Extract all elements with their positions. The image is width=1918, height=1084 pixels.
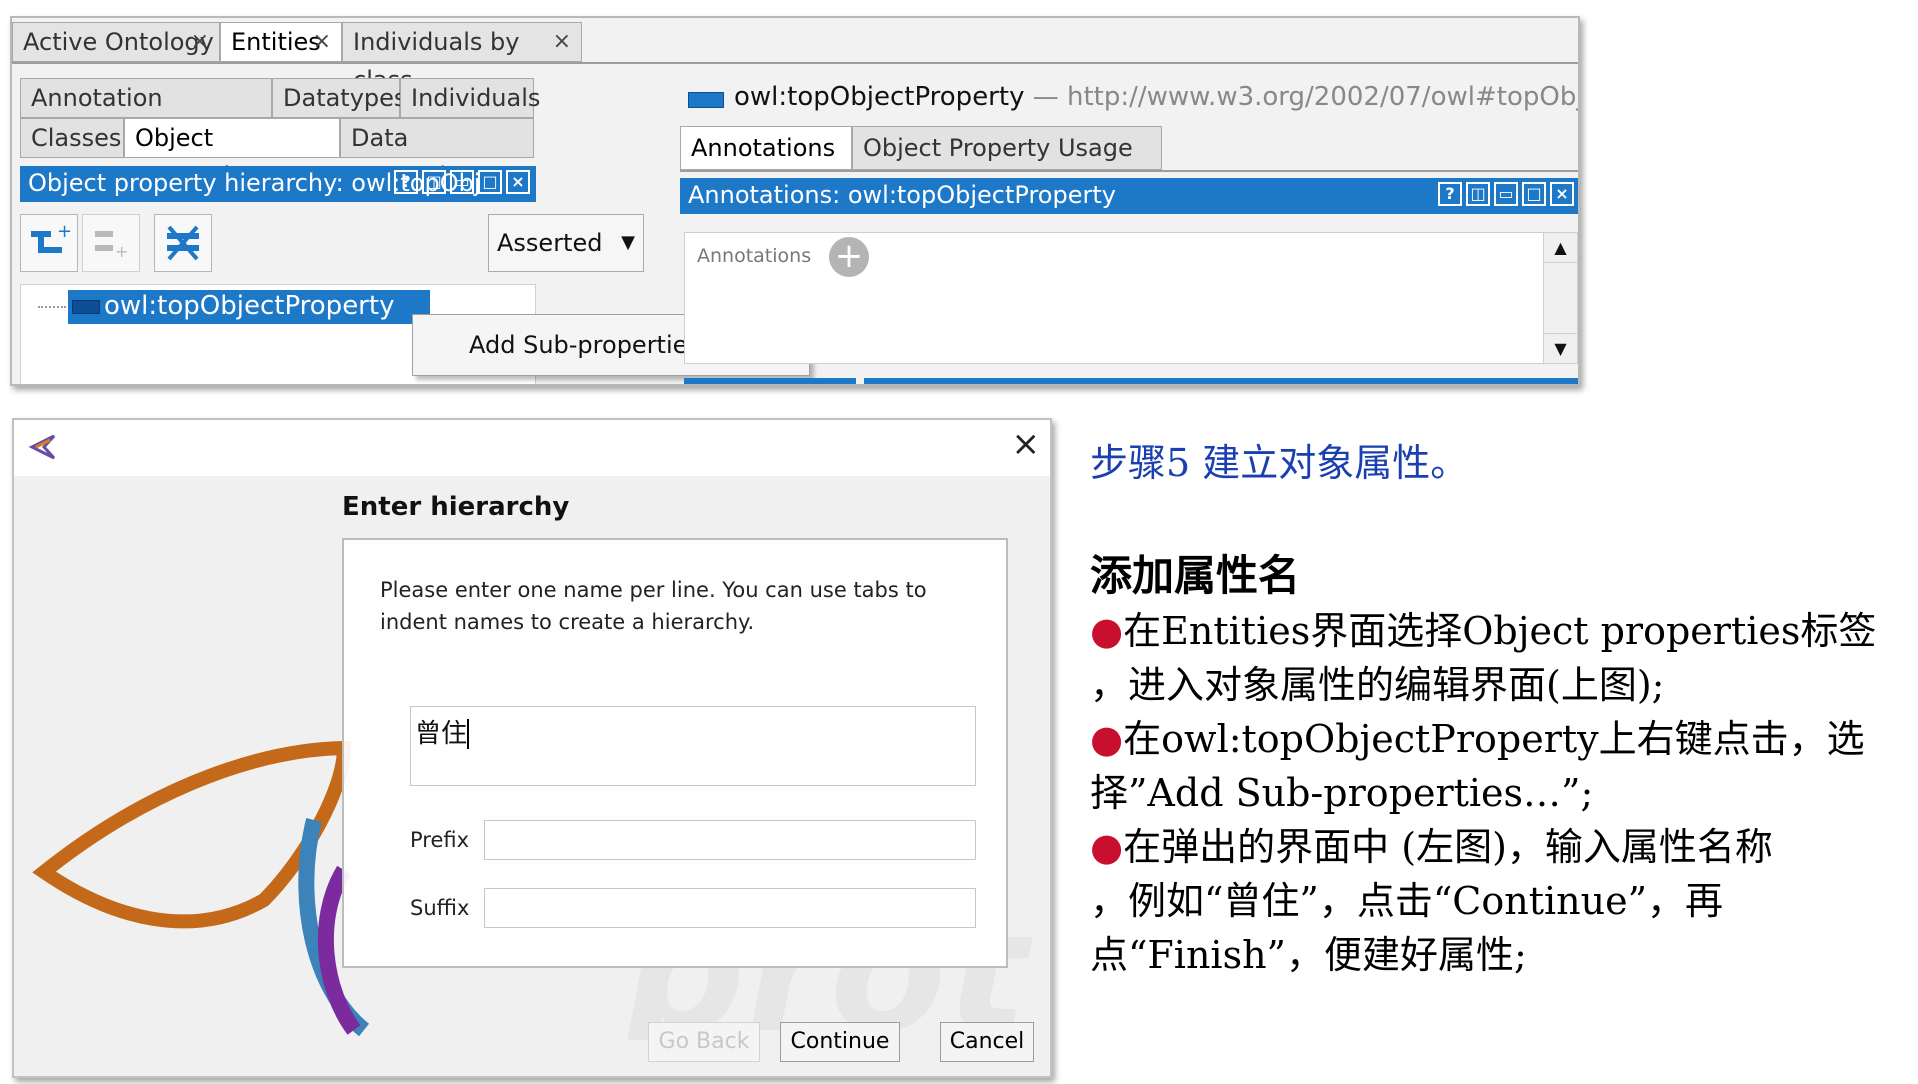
- tab-label: Active Ontology: [23, 28, 214, 56]
- annotations-label: Annotations: [697, 245, 812, 267]
- scroll-down-icon[interactable]: ▼: [1544, 333, 1577, 363]
- go-back-button[interactable]: Go Back: [648, 1022, 760, 1062]
- delete-property-icon: [167, 225, 199, 261]
- svg-text:+: +: [57, 221, 72, 242]
- maximize-icon[interactable]: □: [478, 170, 502, 194]
- instructions-line-1: Please enter one name per line. You can …: [380, 578, 927, 602]
- suffix-input[interactable]: [484, 888, 976, 928]
- bullet-icon: ●: [1090, 717, 1124, 761]
- chevron-down-icon: ▼: [621, 232, 635, 253]
- instructions-line-2: indent names to create a hierarchy.: [380, 610, 755, 634]
- annotations-title-text: Annotations: owl:topObjectProperty: [688, 181, 1116, 209]
- close-icon[interactable]: ×: [191, 23, 209, 61]
- annotations-view-title: Annotations: owl:topObjectProperty ? ◫ ▭…: [680, 178, 1578, 214]
- tree-item-top-object-property[interactable]: owl:topObjectProperty: [68, 290, 430, 324]
- tab-object-property-usage[interactable]: Object Property Usage: [852, 126, 1162, 170]
- tree-connector: [38, 306, 66, 308]
- tab-annotations[interactable]: Annotations: [680, 126, 852, 170]
- help-icon[interactable]: ?: [394, 170, 418, 194]
- split-icon[interactable]: ◫: [1466, 182, 1490, 206]
- subtab-annotation-properties[interactable]: Annotation properties: [20, 78, 272, 150]
- hierarchy-view-title: Object property hierarchy: owl:topObj ? …: [20, 166, 536, 202]
- asserted-select[interactable]: Asserted ▼: [488, 214, 644, 272]
- step-title: 步骤5 建立对象属性。: [1090, 441, 1469, 485]
- svg-text:+: +: [115, 242, 128, 261]
- tree-item-label: owl:topObjectProperty: [104, 291, 395, 321]
- minimize-icon[interactable]: ▭: [1494, 182, 1518, 206]
- bullet-line: 在Entities界面选择Object properties标签: [1123, 609, 1877, 653]
- bullet-line: ，例如“曾住”，点击“Continue”，再: [1090, 879, 1723, 923]
- close-icon[interactable]: ×: [553, 23, 571, 61]
- suffix-label: Suffix: [410, 896, 470, 920]
- bullet-item: ●在弹出的界面中 (左图)，输入属性名称 ，例如“曾住”，点击“Continue…: [1090, 820, 1910, 982]
- entity-name: owl:topObjectProperty: [734, 82, 1025, 112]
- section-title: 添加属性名: [1090, 551, 1301, 600]
- bullet-line: ，进入对象属性的编辑界面(上图);: [1090, 663, 1665, 707]
- enter-hierarchy-dialog: × prot Enter hierarchy Please enter one …: [12, 418, 1052, 1078]
- subtab-individuals[interactable]: Individuals: [400, 78, 540, 118]
- asserted-select-value: Asserted: [497, 229, 603, 257]
- add-sub-property-icon: +: [31, 221, 72, 253]
- tab-individuals-by-class[interactable]: Individuals by class ×: [342, 22, 582, 94]
- entity-header: owl:topObjectProperty — http://www.w3.or…: [734, 78, 1578, 118]
- entity-header-separator: —: [1032, 82, 1059, 112]
- protege-logo-icon: [28, 434, 56, 460]
- split-icon[interactable]: ◫: [422, 170, 446, 194]
- tab-entities[interactable]: Entities ×: [220, 22, 342, 62]
- right-tab-divider: [680, 170, 1578, 172]
- close-view-icon[interactable]: ×: [1550, 182, 1574, 206]
- next-view-bar: [684, 378, 856, 384]
- subtab-object-properties[interactable]: Object properties: [124, 118, 340, 190]
- minimize-icon[interactable]: ▭: [450, 170, 474, 194]
- next-view-bar: [864, 378, 1578, 384]
- bullet-line: 点“Finish”，便建好属性;: [1090, 933, 1527, 977]
- close-view-icon[interactable]: ×: [506, 170, 530, 194]
- help-icon[interactable]: ?: [1438, 182, 1462, 206]
- delete-property-button[interactable]: [154, 214, 212, 272]
- maximize-icon[interactable]: □: [1522, 182, 1546, 206]
- tab-strip-divider: [12, 62, 1578, 64]
- text-cursor: [467, 719, 478, 749]
- tab-label: Entities: [231, 28, 321, 56]
- scroll-up-icon[interactable]: ▲: [1544, 233, 1577, 263]
- bullet-line: 在owl:topObjectProperty上右键点击，选: [1123, 717, 1865, 761]
- dialog-panel: Please enter one name per line. You can …: [342, 538, 1008, 968]
- names-textarea[interactable]: 曾住: [410, 706, 976, 786]
- view-controls: ? ◫ ▭ □ ×: [1438, 182, 1574, 206]
- object-property-icon: [72, 300, 100, 314]
- bullet-item: ●在Entities界面选择Object properties标签 ，进入对象属…: [1090, 604, 1910, 712]
- close-icon[interactable]: ×: [1012, 424, 1041, 464]
- continue-button[interactable]: Continue: [780, 1022, 900, 1062]
- add-sibling-property-button[interactable]: +: [82, 214, 140, 272]
- close-icon[interactable]: ×: [313, 23, 331, 61]
- annotations-panel: Annotations + ▲ ▼: [684, 232, 1578, 364]
- object-property-icon: [688, 92, 724, 108]
- bullet-icon: ●: [1090, 825, 1124, 869]
- subtab-data-properties[interactable]: Data properties: [340, 118, 534, 190]
- dialog-heading: Enter hierarchy: [342, 492, 570, 522]
- prefix-input[interactable]: [484, 820, 976, 860]
- view-controls: ? ◫ ▭ □ ×: [394, 170, 530, 194]
- protege-entities-window: Active Ontology × Entities × Individuals…: [10, 16, 1580, 386]
- bullet-icon: ●: [1090, 609, 1124, 653]
- entity-iri: http://www.w3.org/2002/07/owl#topObjectP: [1067, 82, 1578, 112]
- subtab-classes[interactable]: Classes: [20, 118, 124, 158]
- annotations-scrollbar[interactable]: ▲ ▼: [1543, 233, 1577, 363]
- tab-active-ontology[interactable]: Active Ontology ×: [12, 22, 220, 62]
- subtab-datatypes[interactable]: Datatypes: [272, 78, 406, 118]
- dialog-titlebar: ×: [14, 420, 1050, 476]
- cancel-button[interactable]: Cancel: [940, 1022, 1034, 1062]
- add-sibling-property-icon: +: [95, 231, 128, 261]
- bullet-line: 择”Add Sub-properties…”;: [1090, 771, 1594, 815]
- prefix-label: Prefix: [410, 828, 470, 852]
- bullet-item: ●在owl:topObjectProperty上右键点击，选 择”Add Sub…: [1090, 712, 1910, 820]
- bullet-line: 在弹出的界面中 (左图)，输入属性名称: [1123, 825, 1773, 869]
- add-annotation-icon[interactable]: +: [829, 237, 869, 277]
- names-text: 曾住: [415, 719, 468, 749]
- add-sub-property-button[interactable]: +: [20, 214, 78, 272]
